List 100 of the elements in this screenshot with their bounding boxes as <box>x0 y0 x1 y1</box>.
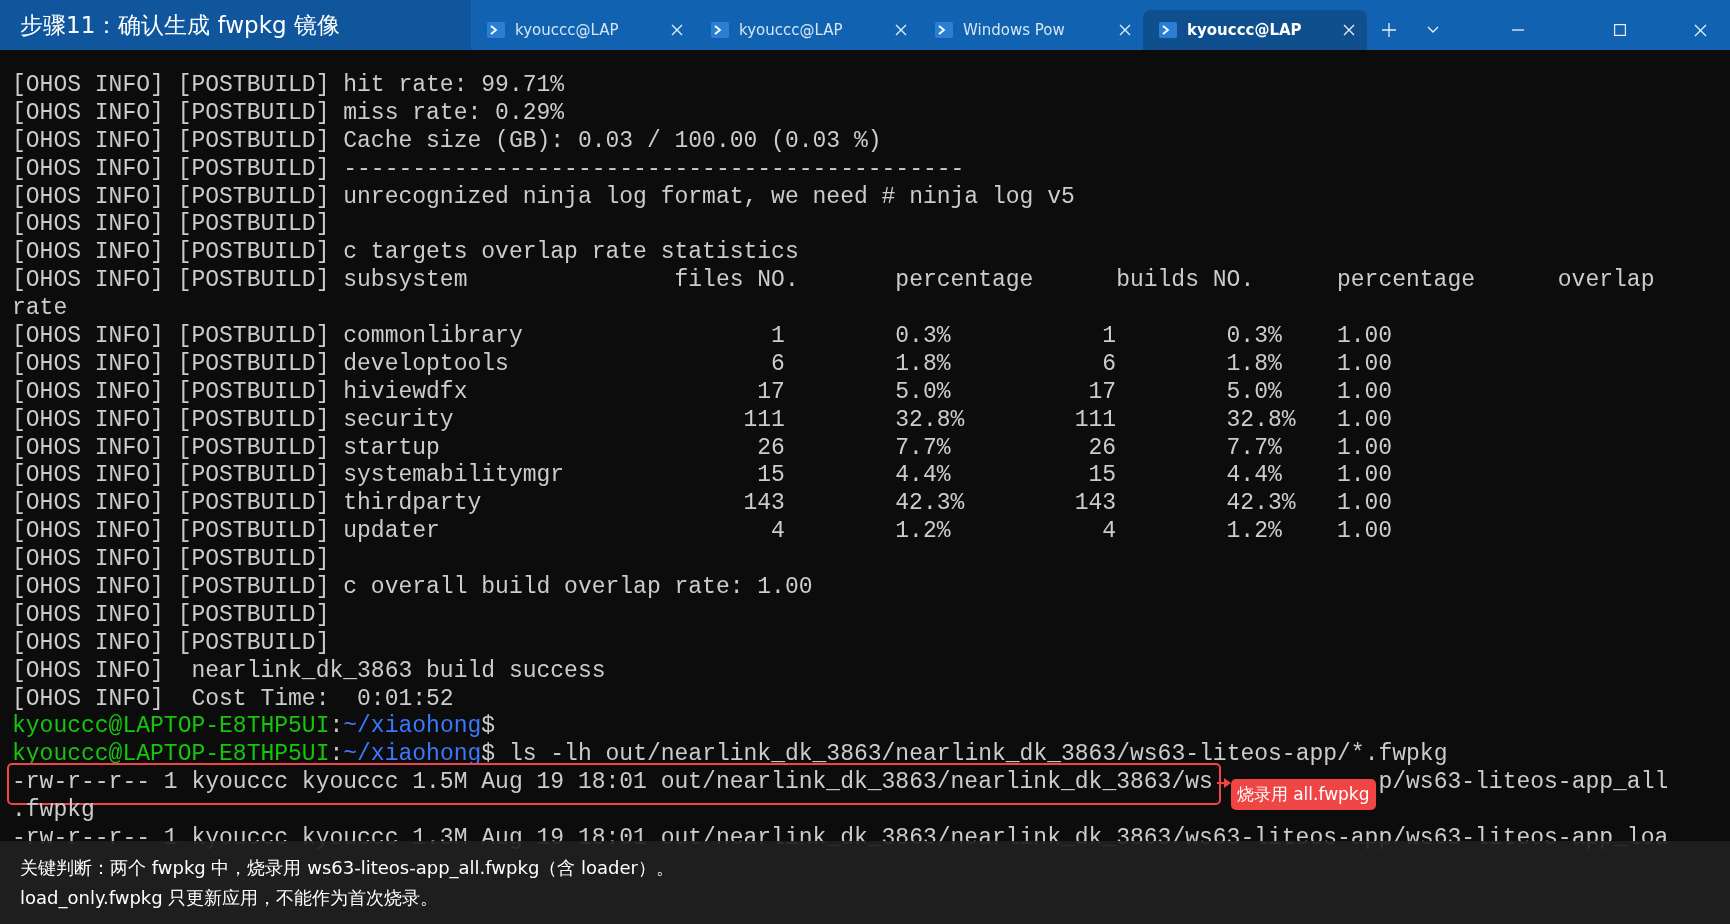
table-cell-text: 143 <box>742 490 785 519</box>
plus-icon <box>1382 23 1396 37</box>
table-cell-text: 1.00 <box>1336 350 1394 379</box>
table-cell-text: commonlibrary <box>343 323 524 351</box>
terminal-line: -rw-r--r-- 1 kyouccc kyouccc 1.5M Aug 19 18:01 out/nearlink_dk_3863/nearlink_dk_3863/ws <box>12 769 1213 796</box>
terminal-line: [OHOS INFO] [POSTBUILD] Cache size (GB): 0.03 / 100.00 (0.03 %) <box>12 127 882 156</box>
terminal-line: [OHOS INFO] [POSTBUILD] --------------------------------------------- <box>12 155 965 184</box>
table-cell-text: 1.00 <box>1336 462 1394 491</box>
table-cell-text: 1.2% <box>1226 518 1283 547</box>
chevron-down-icon <box>1427 26 1439 34</box>
close-icon <box>1693 23 1707 37</box>
prompt-user: kyouccc@LAPTOP-E8THP5UI <box>12 741 330 770</box>
terminal-line: [OHOS INFO] [POSTBUILD] <box>12 629 330 658</box>
log-prefix: [OHOS INFO] [POSTBUILD] <box>12 350 331 379</box>
table-cell-text: 1.2% <box>895 518 952 547</box>
table-cell-text: 4 <box>1101 518 1117 547</box>
close-icon[interactable] <box>895 24 907 36</box>
terminal-line: [OHOS INFO] [POSTBUILD] <box>12 601 330 630</box>
table-cell-text: 1.00 <box>1336 323 1394 351</box>
prompt-symbol: $ <box>481 741 496 770</box>
log-prefix: [OHOS INFO] [POSTBUILD] <box>12 462 331 491</box>
terminal-tab[interactable]: kyouccc@LAP <box>1143 10 1367 50</box>
terminal-icon <box>711 22 729 38</box>
table-cell-text: updater <box>343 518 441 547</box>
close-icon[interactable] <box>671 24 683 36</box>
terminal-line: [OHOS INFO] Cost Time: 0:01:52 <box>12 685 454 714</box>
table-cell-text: 4.4% <box>1226 462 1283 491</box>
table-cell-text: 0.3% <box>895 323 952 351</box>
terminal-line: [OHOS INFO] [POSTBUILD] <box>12 211 330 240</box>
terminal-line: [OHOS INFO] [POSTBUILD] hit rate: 99.71% <box>12 72 565 100</box>
table-cell-text: 4.4% <box>895 462 952 491</box>
column-header: percentage <box>895 267 1035 296</box>
terminal-tab[interactable]: Windows Pow <box>919 10 1143 50</box>
table-cell-text: 1 <box>770 323 785 351</box>
close-icon[interactable] <box>1119 24 1131 36</box>
log-prefix: [OHOS INFO] [POSTBUILD] <box>12 518 331 547</box>
terminal-line: -rw-r--r-- 1 kyouccc kyouccc 1.3M Aug 19 18:01 out/nearlink_dk_3863/nearlink_dk_3863/ws63-liteos-app/ws63-liteos-app_loa <box>12 825 1669 853</box>
table-cell-text: 1.8% <box>1226 350 1283 379</box>
table-cell-text: hiviewdfx <box>343 378 469 407</box>
close-icon[interactable] <box>1343 24 1355 36</box>
terminal-line: rate <box>12 295 68 323</box>
prompt-path: ~/xiaohong <box>343 741 482 770</box>
table-cell-text: security <box>343 406 455 435</box>
table-cell-text: 5.0% <box>1226 378 1283 407</box>
table-cell-text: 5.0% <box>895 378 952 407</box>
table-cell-text: 1.00 <box>1336 434 1394 463</box>
callout-label: 烧录用 all.fwpkg <box>1230 779 1376 811</box>
table-cell-text: 1.00 <box>1336 406 1394 435</box>
table-cell-text: 1.00 <box>1336 518 1394 547</box>
table-cell-text: 32.8% <box>895 406 966 435</box>
log-prefix: [OHOS INFO] [POSTBUILD] <box>12 323 331 351</box>
table-cell-text: 6 <box>770 350 785 379</box>
table-cell-text: 6 <box>1101 350 1117 379</box>
prompt-separator: : <box>329 713 344 742</box>
note-text: load_only.fwpkg 只更新应用，不能作为首次烧录。 <box>20 885 440 911</box>
terminal-line: [OHOS INFO] nearlink_dk_3863 build success <box>12 657 606 686</box>
terminal-line: .fwpkg <box>12 797 95 826</box>
terminal-line: [OHOS INFO] [POSTBUILD] c targets overlap rate statistics <box>12 239 799 268</box>
prompt-user: kyouccc@LAPTOP-E8THP5UI <box>12 713 330 742</box>
table-cell-text: 15 <box>756 462 785 491</box>
table-cell-text: 0.3% <box>1226 323 1283 351</box>
table-cell-text: 32.8% <box>1226 406 1297 435</box>
terminal-icon <box>487 22 505 38</box>
minimize-icon <box>1512 29 1524 31</box>
table-cell-text: 1.00 <box>1336 378 1394 407</box>
command-text: ls -lh out/nearlink_dk_3863/nearlink_dk_3863/ws63-liteos-app/*.fwpkg <box>507 741 1448 770</box>
table-cell-text: 7.7% <box>895 434 952 463</box>
table-cell-text: 17 <box>1087 378 1117 407</box>
terminal-line: [OHOS INFO] [POSTBUILD] unrecognized ninja log format, we need # ninja log v5 <box>12 183 1075 212</box>
column-header: subsystem <box>343 267 469 296</box>
table-cell-text: 42.3% <box>1226 490 1297 519</box>
prompt-symbol: $ <box>481 713 496 742</box>
log-prefix: [OHOS INFO] [POSTBUILD] <box>12 267 331 296</box>
table-cell-text: developtools <box>343 350 510 379</box>
terminal-line: p/ws63-liteos-app_all <box>1378 769 1669 798</box>
table-cell-text: 15 <box>1087 462 1117 491</box>
terminal-icon <box>935 22 953 38</box>
terminal-tab[interactable]: kyouccc@LAP <box>471 10 695 50</box>
table-cell-text: 1.00 <box>1336 490 1394 519</box>
terminal-tab[interactable]: kyouccc@LAP <box>695 10 919 50</box>
column-header: builds NO. <box>1116 267 1256 296</box>
maximize-icon <box>1614 24 1626 36</box>
log-prefix: [OHOS INFO] [POSTBUILD] <box>12 434 331 463</box>
column-header: files NO. <box>674 267 800 296</box>
table-cell-text: 1 <box>1101 323 1117 351</box>
table-cell-text: 26 <box>756 434 785 463</box>
prompt-path: ~/xiaohong <box>343 713 482 742</box>
table-cell-text: 1.8% <box>895 350 952 379</box>
column-header: overlap <box>1557 267 1656 296</box>
log-prefix: [OHOS INFO] [POSTBUILD] <box>12 378 331 407</box>
log-prefix: [OHOS INFO] [POSTBUILD] <box>12 406 331 435</box>
note-text: 关键判断：两个 fwpkg 中，烧录用 ws63-liteos-app_all.fwpkg（含 loader）。 <box>20 855 676 881</box>
table-cell-text: 143 <box>1073 490 1117 519</box>
log-prefix: [OHOS INFO] [POSTBUILD] <box>12 490 331 519</box>
prompt-separator: : <box>329 741 344 770</box>
table-cell-text: systemabilitymgr <box>343 462 566 491</box>
table-cell-text: 17 <box>756 378 785 407</box>
table-cell-text: 26 <box>1087 434 1117 463</box>
column-header: percentage <box>1337 267 1476 296</box>
terminal-line: [OHOS INFO] [POSTBUILD] miss rate: 0.29% <box>12 99 565 128</box>
